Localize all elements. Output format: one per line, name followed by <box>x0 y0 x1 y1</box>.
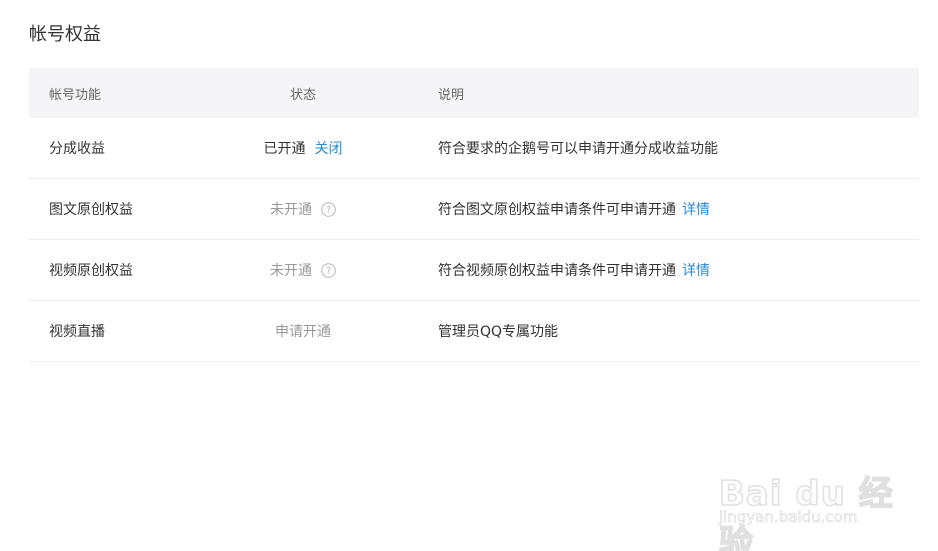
description-text: 管理员QQ专属功能 <box>438 324 559 340</box>
page: 帐号权益 帐号功能 状态 说明 分成收益 已开通 关闭 符合要求的企鹅号可以申请… <box>0 0 938 551</box>
function-name: 视频原创权益 <box>49 263 133 279</box>
status-text: 已开通 <box>263 141 306 157</box>
table-row: 图文原创权益 未开通 ? 符合图文原创权益申请条件可申请开通 详情 <box>29 179 919 240</box>
table-row: 分成收益 已开通 关闭 符合要求的企鹅号可以申请开通分成收益功能 <box>29 118 919 179</box>
description-cell: 管理员QQ专属功能 <box>438 301 558 361</box>
status-text: 未开通 <box>270 202 312 218</box>
header-description: 说明 <box>438 87 465 103</box>
baidu-jingyan-watermark: Bai du 经验 jingyan.baidu.com <box>716 448 896 551</box>
table-header: 帐号功能 状态 说明 <box>29 68 919 118</box>
close-link[interactable]: 关闭 <box>315 138 343 158</box>
function-name: 视频直播 <box>49 324 105 340</box>
function-name: 图文原创权益 <box>49 202 133 218</box>
svg-text:?: ? <box>326 266 331 277</box>
status-text: 未开通 <box>270 263 312 279</box>
description-cell: 符合视频原创权益申请条件可申请开通 详情 <box>438 240 710 300</box>
details-link[interactable]: 详情 <box>682 199 710 219</box>
status-cell: 申请开通 <box>229 301 377 361</box>
description-text: 符合视频原创权益申请条件可申请开通 <box>438 263 676 279</box>
table-row: 视频直播 申请开通 管理员QQ专属功能 <box>29 301 919 362</box>
description-cell: 符合图文原创权益申请条件可申请开通 详情 <box>438 179 710 239</box>
status-cell: 未开通 ? <box>229 240 377 300</box>
question-circle-icon[interactable]: ? <box>321 262 336 278</box>
function-name: 分成收益 <box>49 141 105 157</box>
header-status: 状态 <box>289 87 316 103</box>
description-text: 符合图文原创权益申请条件可申请开通 <box>438 202 676 218</box>
header-function: 帐号功能 <box>49 87 102 103</box>
svg-text:?: ? <box>326 205 331 216</box>
status-cell: 未开通 ? <box>229 179 377 239</box>
watermark-url: jingyan.baidu.com <box>719 508 858 527</box>
description-cell: 符合要求的企鹅号可以申请开通分成收益功能 <box>438 118 718 178</box>
description-text: 符合要求的企鹅号可以申请开通分成收益功能 <box>438 141 718 157</box>
question-circle-icon[interactable]: ? <box>321 201 336 217</box>
status-cell: 已开通 关闭 <box>229 118 377 178</box>
details-link[interactable]: 详情 <box>682 260 710 280</box>
page-title: 帐号权益 <box>29 24 101 45</box>
apply-link[interactable]: 申请开通 <box>275 321 331 341</box>
table-row: 视频原创权益 未开通 ? 符合视频原创权益申请条件可申请开通 详情 <box>29 240 919 301</box>
rights-table: 帐号功能 状态 说明 分成收益 已开通 关闭 符合要求的企鹅号可以申请开通分成收… <box>29 68 919 362</box>
